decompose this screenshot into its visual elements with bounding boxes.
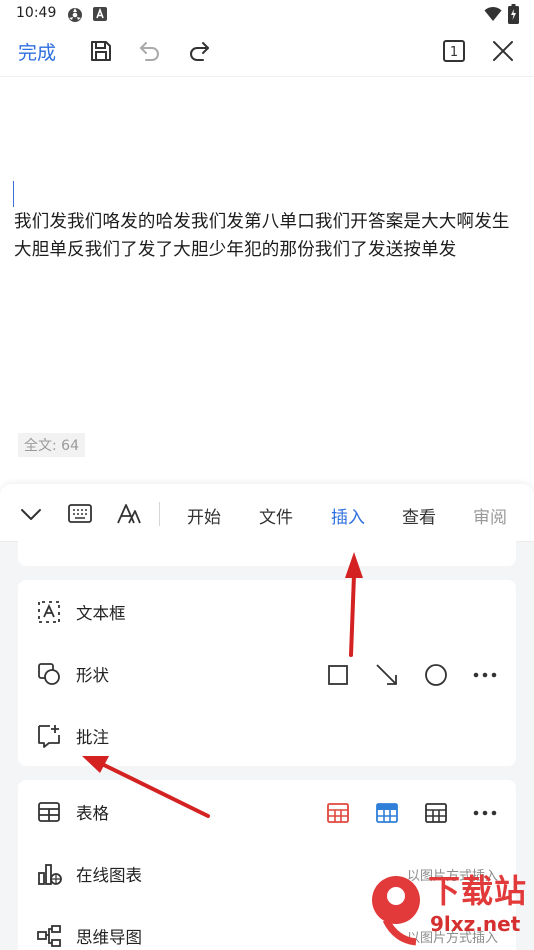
shape-row[interactable]: 形状 [18, 642, 516, 704]
table-red-icon[interactable] [325, 800, 351, 826]
undo-icon[interactable] [137, 38, 163, 64]
tab-file[interactable]: 文件 [259, 503, 293, 528]
comment-label: 批注 [76, 728, 109, 747]
textbox-icon [36, 599, 62, 625]
battery-icon [508, 4, 519, 28]
watermark-site: 9lxz.net [430, 912, 521, 936]
comment-row[interactable]: 批注 [18, 704, 516, 766]
arrow-line-icon[interactable] [374, 662, 400, 688]
textbox-row[interactable]: 文本框 [18, 580, 516, 642]
status-time: 10:49 [16, 5, 57, 21]
square-icon[interactable] [325, 662, 351, 688]
word-count: 全文: 64 [18, 433, 85, 457]
sync-icon [66, 6, 84, 28]
chevron-down-icon[interactable] [17, 500, 45, 528]
online-chart-label: 在线图表 [76, 866, 142, 885]
table-icon [36, 799, 62, 825]
document-line[interactable]: 我们发我们咯发的哈发我们发第八单口我们开答案是大大啊发生 [14, 208, 510, 233]
redo-icon[interactable] [186, 38, 212, 64]
tab-review[interactable]: 审阅 [473, 503, 507, 528]
site-watermark: 下载站 9lxz.net [364, 860, 534, 950]
watermark-brand: 下载站 [428, 872, 528, 910]
table-gray-icon[interactable] [423, 800, 449, 826]
online-chart-icon [36, 861, 62, 887]
mindmap-icon [36, 923, 62, 949]
image-row[interactable]: 图片 [18, 528, 516, 546]
page-count-text: 1 [450, 45, 458, 60]
comment-icon [36, 723, 62, 749]
wifi-icon [484, 6, 502, 26]
more-icon[interactable] [472, 800, 498, 826]
document-area[interactable]: 我们发我们咯发的哈发我们发第八单口我们开答案是大大啊发生 大胆单反我们了发了大胆… [0, 76, 534, 481]
tab-separator [159, 502, 160, 526]
textbox-label: 文本框 [76, 604, 126, 623]
a-badge-icon [93, 6, 107, 26]
tab-view[interactable]: 查看 [402, 503, 436, 528]
keyboard-icon[interactable] [66, 500, 94, 528]
table-row[interactable]: 表格 [18, 780, 516, 842]
table-label: 表格 [76, 804, 109, 823]
image-icon [36, 528, 62, 529]
table-blue-icon[interactable] [374, 800, 400, 826]
card-partial: 图片 [18, 528, 516, 566]
status-bar: 10:49 [0, 0, 534, 28]
text-cursor [13, 181, 14, 207]
font-style-icon[interactable] [115, 500, 143, 528]
save-icon[interactable] [88, 38, 114, 64]
shape-icon [36, 661, 62, 687]
close-icon[interactable] [490, 38, 516, 64]
more-icon[interactable] [472, 662, 498, 688]
editor-toolbar: 完成 1 [0, 28, 534, 76]
circle-icon[interactable] [423, 662, 449, 688]
done-button[interactable]: 完成 [18, 38, 56, 65]
document-line[interactable]: 大胆单反我们了发了大胆少年犯的那份我们了发送按单发 [14, 236, 457, 261]
tab-start[interactable]: 开始 [187, 503, 221, 528]
tab-insert[interactable]: 插入 [331, 503, 365, 528]
insert-group-1: 文本框 形状 批注 [18, 580, 516, 766]
watermark-logo-icon [372, 876, 420, 946]
shape-label: 形状 [76, 666, 109, 685]
page-count-icon[interactable]: 1 [441, 38, 467, 64]
mindmap-label: 思维导图 [76, 928, 142, 947]
